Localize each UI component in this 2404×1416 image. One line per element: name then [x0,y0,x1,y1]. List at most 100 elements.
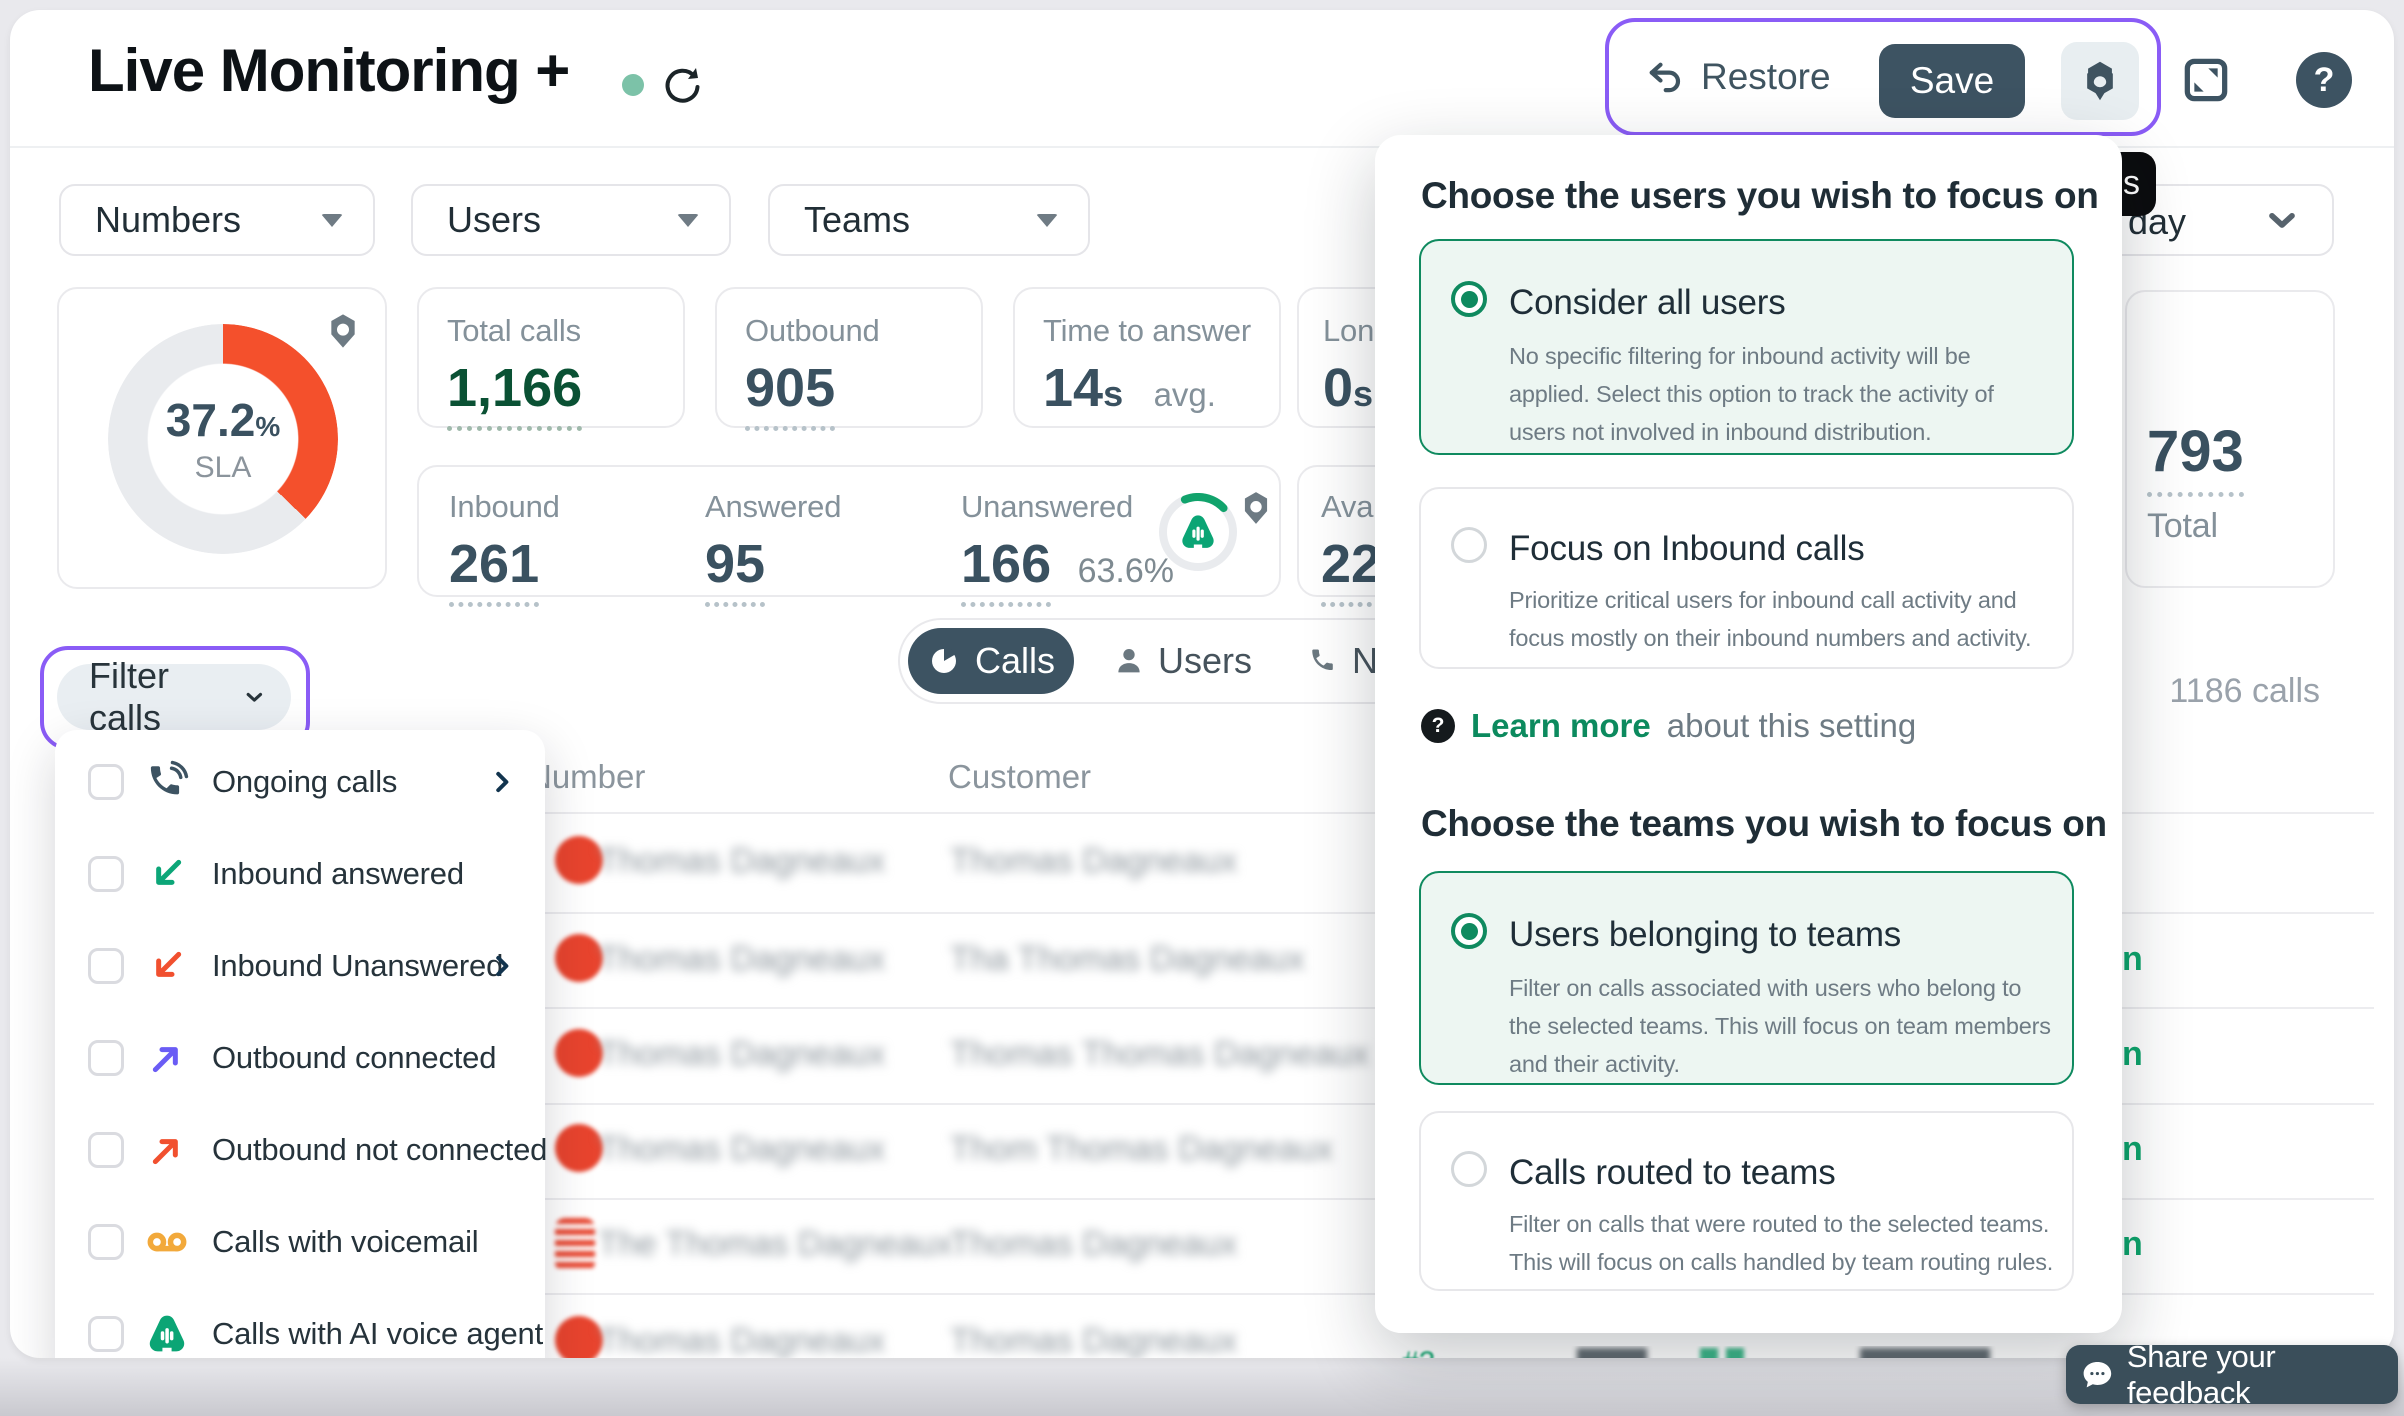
focus-settings-panel: Choose the users you wish to focus on Co… [1375,135,2122,1333]
time-to-answer-label: Time to answer [1043,313,1279,349]
checkbox[interactable] [88,1040,124,1076]
option-description: Filter on calls associated with users wh… [1509,969,2051,1083]
checkbox[interactable] [88,1316,124,1352]
gear-icon[interactable] [1237,489,1275,527]
option-label: Focus on Inbound calls [1509,529,1865,569]
caret-down-icon [677,214,699,227]
settings-gear-button[interactable] [2061,42,2139,120]
total-calls-value[interactable]: 1,166 [447,357,582,431]
tab-users[interactable]: Users [1112,620,1252,702]
numbers-filter-dropdown[interactable]: Numbers [59,184,375,256]
checkbox[interactable] [88,856,124,892]
radio-selected-icon[interactable] [1451,281,1487,317]
menu-item-inbound-answered[interactable]: Inbound answered [55,828,545,920]
users-filter-label: Users [447,199,541,241]
inbound-unanswered-icon [144,943,190,989]
option-users-belonging-to-teams[interactable]: Users belonging to teams Filter on calls… [1419,871,2074,1085]
available-value[interactable]: 22 [1321,533,1381,607]
call-direction-icon [555,1029,603,1077]
learn-more-link[interactable]: Learn more [1471,707,1651,745]
menu-item-inbound-unanswered[interactable]: Inbound Unanswered [55,920,545,1012]
numbers-filter-label: Numbers [95,199,241,241]
outbound-not-connected-icon [144,1127,190,1173]
radio-selected-icon[interactable] [1451,913,1487,949]
option-calls-routed-to-teams[interactable]: Calls routed to teams Filter on calls th… [1419,1111,2074,1291]
outbound-value[interactable]: 905 [745,357,835,431]
teams-filter-dropdown[interactable]: Teams [768,184,1090,256]
unanswered-label: Unanswered [961,489,1174,525]
radio-unselected-icon[interactable] [1451,527,1487,563]
menu-item-calls-with-voicemail[interactable]: Calls with voicemail [55,1196,545,1288]
users-filter-dropdown[interactable]: Users [411,184,731,256]
total-calls-card: Total calls 1,166 [417,287,685,428]
checkbox[interactable] [88,1224,124,1260]
filter-calls-menu: Ongoing calls Inbound answered [55,730,545,1358]
sla-card: 37.2% SLA [57,287,387,589]
restore-button[interactable]: Restore [1643,22,1831,132]
checkbox[interactable] [88,1132,124,1168]
menu-item-label: Outbound not connected [212,1132,547,1168]
menu-item-calls-with-ai-voice-agent[interactable]: Calls with AI voice agent [55,1288,545,1358]
menu-item-label: Calls with AI voice agent [212,1316,543,1352]
option-focus-inbound-calls[interactable]: Focus on Inbound calls Prioritize critic… [1419,487,2074,669]
person-icon [1112,644,1146,678]
column-header-number: Number [528,758,645,796]
refresh-button[interactable] [660,62,706,108]
question-mark-icon: ? [1421,709,1455,743]
share-feedback-button[interactable]: Share your feedback [2066,1345,2398,1404]
menu-item-label: Inbound answered [212,856,464,892]
inbound-stats-card: Inbound 261 Answered 95 Unanswered 166 6… [417,465,1281,597]
radio-unselected-icon[interactable] [1451,1151,1487,1187]
fullscreen-button[interactable] [2178,52,2234,108]
menu-item-label: Outbound connected [212,1040,496,1076]
number-cell: Thomas Dagneaux [598,842,885,881]
caret-down-icon [321,214,343,227]
menu-item-outbound-not-connected[interactable]: Outbound not connected [55,1104,545,1196]
customer-cell: Thomas Dagneaux [950,1225,1237,1264]
live-status-dot [622,74,644,96]
chevron-right-icon [487,951,517,981]
call-direction-icon [555,836,603,884]
save-restore-group: Restore Save [1605,18,2161,136]
tab-calls[interactable]: Calls [908,628,1074,694]
time-to-answer-value: 14s [1043,357,1123,419]
teams-filter-label: Teams [804,199,910,241]
customer-cell: Thomas Dagneaux [950,842,1237,881]
longest-wait-value: 0s [1323,357,1373,419]
call-direction-icon [555,934,603,982]
option-consider-all-users[interactable]: Consider all users No specific filtering… [1419,239,2074,455]
live-monitoring-page: Live Monitoring + Restore Save [0,0,2404,1416]
menu-item-label: Calls with voicemail [212,1224,478,1260]
status-cell: n [2122,1130,2143,1169]
help-label: ? [2314,61,2335,100]
page-title: Live Monitoring + [88,36,569,105]
option-description: No specific filtering for inbound activi… [1509,337,1994,451]
inbound-value[interactable]: 261 [449,533,539,607]
checkbox[interactable] [88,764,124,800]
total-label: Total [2147,507,2333,546]
inbound-label: Inbound [449,489,560,525]
customer-cell: Tha Thomas Dagneaux [950,940,1305,979]
unanswered-value[interactable]: 166 [961,533,1051,607]
speech-bubble-icon [2080,1357,2115,1393]
help-button[interactable]: ? [2296,52,2352,108]
outbound-connected-icon [144,1035,190,1081]
option-label: Consider all users [1509,283,1786,323]
ai-agent-badge[interactable] [1159,493,1237,571]
fullscreen-icon [2178,52,2234,108]
customer-cell: Thom Thomas Dagneaux [950,1130,1333,1169]
answered-value[interactable]: 95 [705,533,765,607]
save-button[interactable]: Save [1879,44,2025,118]
tab-users-label: Users [1158,640,1252,682]
menu-item-ongoing-calls[interactable]: Ongoing calls [55,736,545,828]
ai-voice-agent-icon [144,1311,190,1357]
checkbox[interactable] [88,948,124,984]
customer-cell: Thomas Dagneaux [950,1322,1237,1358]
gear-icon[interactable] [323,311,363,351]
refresh-icon [660,62,706,108]
filter-calls-button[interactable]: Filter calls [57,664,291,730]
number-cell: The Thomas Dagneaux [598,1225,953,1264]
total-value[interactable]: 793 [2147,418,2244,497]
menu-item-outbound-connected[interactable]: Outbound connected [55,1012,545,1104]
learn-more-text: about this setting [1667,707,1917,745]
